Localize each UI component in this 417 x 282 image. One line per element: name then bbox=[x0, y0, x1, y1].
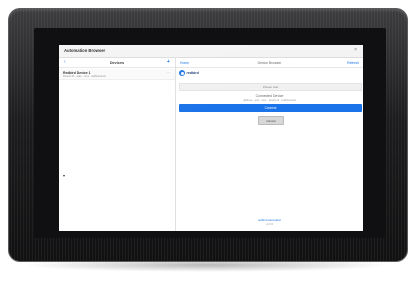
device-list-panel: ‹ Devices + Redbird Device 1 Device ID ·… bbox=[59, 58, 176, 231]
info-subtitle: address · port · user · device-id · redb… bbox=[243, 99, 296, 102]
status-bar: Please wait bbox=[179, 83, 362, 91]
footer-link[interactable]: redbird automation bbox=[176, 218, 363, 222]
cancel-button-label: Cancel bbox=[266, 118, 276, 123]
title-bar: Automation Browser × bbox=[59, 45, 363, 58]
device-list-header: ‹ Devices + bbox=[59, 58, 175, 68]
footer-version: v1.0.0 bbox=[265, 222, 274, 226]
product-photo: Automation Browser × ‹ Devices + Redbird… bbox=[0, 0, 417, 282]
redbird-logo-icon bbox=[179, 70, 185, 76]
status-text: Please wait bbox=[262, 84, 279, 89]
more-icon[interactable]: ··· bbox=[166, 70, 170, 75]
brand-text: redbird bbox=[186, 71, 199, 76]
detail-header: Home Device Browser Refresh bbox=[176, 58, 363, 68]
pointer-cursor-icon: ▾ bbox=[63, 173, 66, 178]
brand-logo: redbird bbox=[179, 70, 205, 77]
device-subtitle: Device ID · auto · rev1 · redbird-local bbox=[63, 74, 106, 78]
info-title: Connected Device bbox=[255, 94, 284, 98]
cancel-button[interactable]: Cancel bbox=[258, 116, 284, 125]
detail-title: Device Browser bbox=[257, 60, 282, 65]
app-title: Automation Browser bbox=[64, 48, 106, 53]
connect-button[interactable]: Connect bbox=[179, 104, 362, 112]
app-window: Automation Browser × ‹ Devices + Redbird… bbox=[59, 45, 363, 231]
refresh-link[interactable]: Refresh bbox=[347, 61, 359, 65]
add-device-button[interactable]: + bbox=[167, 59, 170, 65]
device-list-heading: Devices bbox=[109, 60, 125, 65]
device-detail-panel: Home Device Browser Refresh redbird Plea… bbox=[176, 58, 363, 231]
device-list-item[interactable]: Redbird Device 1 Device ID · auto · rev1… bbox=[59, 69, 175, 80]
connect-button-label: Connect bbox=[264, 106, 277, 110]
close-icon[interactable]: × bbox=[354, 47, 357, 53]
